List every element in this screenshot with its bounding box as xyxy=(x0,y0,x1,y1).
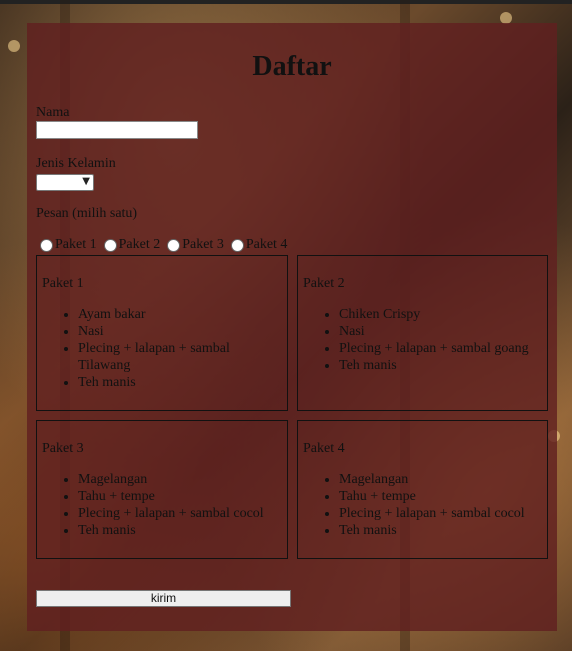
package-card-1: Paket 1 Ayam bakar Nasi Plecing + lalapa… xyxy=(36,255,288,411)
package-item-list: Chiken Crispy Nasi Plecing + lalapan + s… xyxy=(298,306,529,374)
radio-button[interactable] xyxy=(40,238,53,252)
radio-label: Paket 1 xyxy=(55,237,97,252)
gender-select[interactable]: ▼ xyxy=(36,174,94,191)
name-label: Nama xyxy=(36,105,70,120)
chevron-down-icon: ▼ xyxy=(82,176,90,187)
package-title: Paket 1 xyxy=(42,276,84,291)
list-item: Plecing + lalapan + sambal cocol xyxy=(339,505,525,522)
registration-form-card: Daftar Nama Jenis Kelamin ▼ Pesan (milih… xyxy=(27,23,557,631)
list-item: Nasi xyxy=(78,323,258,340)
list-item: Ayam bakar xyxy=(78,306,258,323)
page-title: Daftar xyxy=(252,51,332,82)
package-radio-group: Paket 1 Paket 2 Paket 3 Paket 4 xyxy=(40,237,294,253)
list-item: Teh manis xyxy=(78,374,258,391)
order-label: Pesan (milih satu) xyxy=(36,206,138,221)
list-item: Teh manis xyxy=(339,357,529,374)
package-title: Paket 2 xyxy=(303,276,345,291)
package-card-4: Paket 4 Magelangan Tahu + tempe Plecing … xyxy=(297,420,548,559)
package-title: Paket 4 xyxy=(303,441,345,456)
name-input[interactable] xyxy=(36,121,198,139)
list-item: Tahu + tempe xyxy=(78,488,264,505)
radio-button[interactable] xyxy=(103,238,117,252)
list-item: Teh manis xyxy=(78,522,264,539)
package-item-list: Magelangan Tahu + tempe Plecing + lalapa… xyxy=(37,471,264,539)
background-light xyxy=(8,40,20,52)
package-item-list: Magelangan Tahu + tempe Plecing + lalapa… xyxy=(298,471,525,539)
gender-label: Jenis Kelamin xyxy=(36,156,116,171)
package-item-list: Ayam bakar Nasi Plecing + lalapan + samb… xyxy=(37,306,258,391)
radio-label: Paket 2 xyxy=(118,237,161,252)
package-card-3: Paket 3 Magelangan Tahu + tempe Plecing … xyxy=(36,420,288,559)
list-item: Tahu + tempe xyxy=(339,488,525,505)
radio-paket-3[interactable]: Paket 3 xyxy=(167,237,224,253)
list-item: Chiken Crispy xyxy=(339,306,529,323)
list-item: Magelangan xyxy=(339,471,525,488)
list-item: Plecing + lalapan + sambal cocol xyxy=(78,505,264,522)
package-title: Paket 3 xyxy=(42,441,84,456)
radio-paket-2[interactable]: Paket 2 xyxy=(103,237,161,253)
list-item: Magelangan xyxy=(78,471,264,488)
radio-button[interactable] xyxy=(167,238,181,252)
radio-label: Paket 3 xyxy=(182,237,224,252)
list-item: Plecing + lalapan + sambal Tilawang xyxy=(78,340,258,374)
radio-label: Paket 4 xyxy=(245,237,288,252)
list-item: Nasi xyxy=(339,323,529,340)
list-item: Teh manis xyxy=(339,522,525,539)
radio-paket-4[interactable]: Paket 4 xyxy=(230,237,288,253)
radio-paket-1[interactable]: Paket 1 xyxy=(40,237,97,253)
package-card-2: Paket 2 Chiken Crispy Nasi Plecing + lal… xyxy=(297,255,548,411)
submit-button[interactable]: kirim xyxy=(36,590,291,607)
radio-button[interactable] xyxy=(230,238,244,252)
list-item: Plecing + lalapan + sambal goang xyxy=(339,340,529,357)
browser-top-edge xyxy=(0,0,572,4)
